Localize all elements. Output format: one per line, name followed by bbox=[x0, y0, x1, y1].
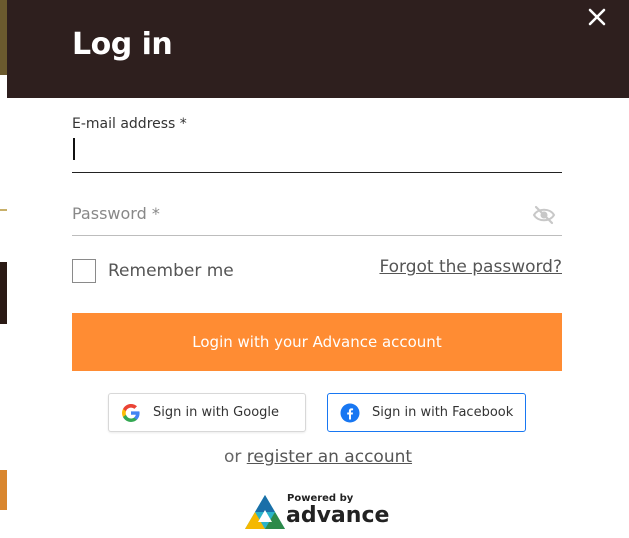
email-field: E-mail address * bbox=[72, 116, 562, 173]
google-icon bbox=[121, 403, 141, 423]
powered-by-advance: Powered by advance bbox=[244, 492, 394, 534]
forgot-password-link[interactable]: Forgot the password? bbox=[379, 257, 562, 277]
google-signin-label: Sign in with Google bbox=[153, 405, 280, 420]
modal-header: Log in bbox=[7, 0, 629, 98]
google-signin-button[interactable]: Sign in with Google bbox=[108, 393, 306, 432]
register-prefix: or bbox=[223, 447, 242, 467]
email-input[interactable] bbox=[72, 138, 562, 166]
register-row: or register an account bbox=[7, 447, 629, 467]
text-caret bbox=[73, 138, 75, 160]
modal-title: Log in bbox=[72, 27, 173, 62]
advance-logo-icon bbox=[244, 494, 286, 530]
facebook-signin-label: Sign in with Facebook bbox=[372, 405, 514, 420]
email-label: E-mail address * bbox=[72, 116, 187, 132]
register-link[interactable]: register an account bbox=[247, 447, 412, 467]
login-modal: Log in E-mail address * Remember me Forg… bbox=[7, 0, 629, 538]
remember-me: Remember me bbox=[72, 259, 234, 283]
login-button[interactable]: Login with your Advance account bbox=[72, 313, 562, 371]
password-input[interactable] bbox=[72, 198, 512, 228]
remember-me-checkbox[interactable] bbox=[72, 259, 96, 283]
remember-me-label: Remember me bbox=[108, 261, 234, 281]
password-field bbox=[72, 196, 562, 236]
advance-wordmark: advance bbox=[286, 503, 390, 528]
facebook-signin-button[interactable]: Sign in with Facebook bbox=[327, 393, 526, 432]
eye-slash-icon[interactable] bbox=[532, 205, 556, 225]
close-icon[interactable] bbox=[586, 6, 608, 28]
facebook-icon bbox=[340, 403, 360, 423]
